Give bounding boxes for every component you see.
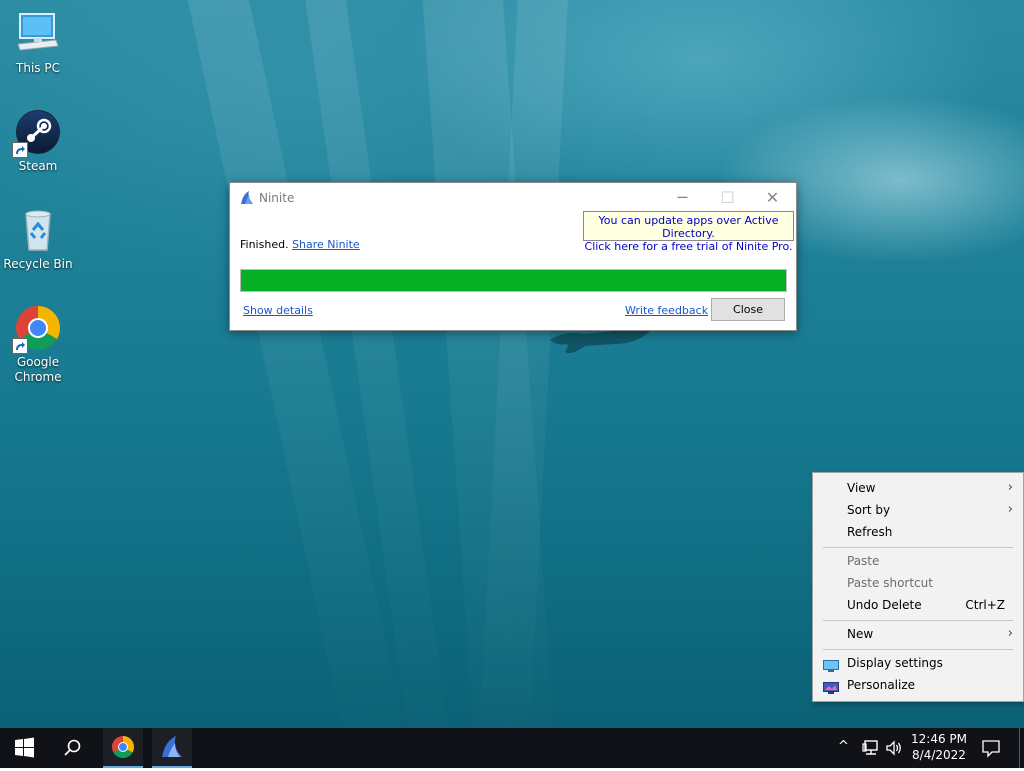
volume-icon[interactable] bbox=[884, 738, 904, 761]
ninite-title: Ninite bbox=[259, 191, 295, 205]
personalize-icon bbox=[823, 679, 839, 694]
desktop-icon-label: This PC bbox=[16, 61, 60, 75]
desktop-icon-steam[interactable]: Steam bbox=[1, 108, 75, 174]
desktop-icon-label: Google Chrome bbox=[14, 355, 62, 384]
search-icon bbox=[64, 739, 81, 756]
close-window-button[interactable]: ✕ bbox=[750, 183, 795, 213]
minimize-button[interactable]: ─ bbox=[660, 183, 705, 213]
desktop-icon-this-pc[interactable]: This PC bbox=[1, 10, 75, 76]
taskbar: ^ 12:46 PM 8/4/2022 bbox=[0, 728, 1024, 768]
steam-icon bbox=[12, 108, 62, 158]
ad-line-2: Click here for a free trial of Ninite Pr… bbox=[584, 240, 793, 253]
close-button[interactable]: Close bbox=[711, 298, 785, 321]
shortcut-label: Ctrl+Z bbox=[965, 598, 1005, 612]
desktop-icon-google-chrome[interactable]: Google Chrome bbox=[1, 304, 75, 385]
menu-item-paste-shortcut[interactable]: Paste shortcut bbox=[813, 572, 1023, 594]
ninite-titlebar[interactable]: Ninite ─ ☐ ✕ bbox=[230, 183, 796, 213]
ninite-pro-ad-banner[interactable]: You can update apps over Active Director… bbox=[583, 211, 794, 253]
install-progress-bar bbox=[240, 269, 787, 292]
menu-item-label: Paste shortcut bbox=[847, 576, 933, 590]
clock-time: 12:46 PM bbox=[911, 732, 967, 746]
tray-chevron-icon[interactable]: ^ bbox=[838, 739, 849, 754]
menu-item-label: View bbox=[847, 481, 876, 495]
menu-item-label: Sort by bbox=[847, 503, 891, 517]
menu-item-paste[interactable]: Paste bbox=[813, 550, 1023, 572]
status-text: Finished. bbox=[240, 238, 289, 251]
menu-item-label: Display settings bbox=[847, 656, 943, 670]
submenu-arrow-icon: › bbox=[1007, 626, 1013, 641]
menu-separator bbox=[823, 649, 1013, 650]
notifications-icon[interactable] bbox=[980, 738, 1002, 761]
clock-date: 8/4/2022 bbox=[912, 748, 966, 762]
network-icon[interactable] bbox=[861, 738, 881, 761]
desktop-context-menu: View › Sort by › Refresh Paste Paste sho… bbox=[812, 472, 1024, 702]
shortcut-arrow-icon bbox=[12, 142, 28, 158]
menu-item-sort-by[interactable]: Sort by › bbox=[813, 499, 1023, 521]
ninite-status: Finished. Share Ninite bbox=[240, 238, 360, 251]
show-details-link[interactable]: Show details bbox=[243, 304, 313, 317]
start-icon bbox=[15, 737, 34, 758]
menu-item-label: Refresh bbox=[847, 525, 893, 539]
menu-item-new[interactable]: New › bbox=[813, 623, 1023, 645]
ad-line-1: You can update apps over Active Director… bbox=[598, 214, 779, 240]
shortcut-arrow-icon bbox=[12, 338, 28, 354]
progress-fill bbox=[241, 270, 786, 291]
this-pc-icon bbox=[14, 10, 62, 58]
share-ninite-link[interactable]: Share Ninite bbox=[292, 238, 360, 251]
submenu-arrow-icon: › bbox=[1007, 502, 1013, 517]
menu-item-view[interactable]: View › bbox=[813, 477, 1023, 499]
chrome-icon bbox=[112, 736, 134, 758]
show-desktop-button[interactable] bbox=[1019, 728, 1020, 768]
taskbar-ninite-button[interactable] bbox=[152, 728, 192, 768]
desktop-icon-label: Recycle Bin bbox=[3, 257, 73, 271]
recycle-bin-icon bbox=[14, 206, 62, 254]
menu-item-display-settings[interactable]: Display settings bbox=[813, 652, 1023, 674]
ninite-window[interactable]: Ninite ─ ☐ ✕ You can update apps over Ac… bbox=[229, 182, 797, 331]
menu-item-label: New bbox=[847, 627, 874, 641]
menu-item-label: Personalize bbox=[847, 678, 916, 692]
menu-item-undo-delete[interactable]: Undo Delete Ctrl+Z bbox=[813, 594, 1023, 616]
start-button[interactable] bbox=[0, 728, 48, 768]
menu-item-label: Paste bbox=[847, 554, 880, 568]
taskbar-chrome-button[interactable] bbox=[103, 728, 143, 768]
menu-separator bbox=[823, 620, 1013, 621]
desktop-background[interactable]: This PC Steam Recycle Bin Google Chrome … bbox=[0, 0, 1024, 728]
menu-item-refresh[interactable]: Refresh bbox=[813, 521, 1023, 543]
ninite-icon bbox=[162, 736, 182, 757]
desktop-icon-label: Steam bbox=[18, 159, 58, 173]
menu-item-personalize[interactable]: Personalize bbox=[813, 674, 1023, 696]
menu-separator bbox=[823, 547, 1013, 548]
desktop-icon-recycle-bin[interactable]: Recycle Bin bbox=[1, 206, 75, 272]
write-feedback-link[interactable]: Write feedback bbox=[625, 304, 708, 317]
menu-item-label: Undo Delete bbox=[847, 598, 922, 612]
system-clock[interactable]: 12:46 PM 8/4/2022 bbox=[905, 731, 973, 763]
google-chrome-icon bbox=[12, 304, 62, 354]
maximize-button[interactable]: ☐ bbox=[705, 183, 750, 213]
search-button[interactable] bbox=[48, 728, 96, 768]
display-settings-icon bbox=[823, 657, 839, 672]
ninite-logo-icon bbox=[239, 190, 255, 209]
submenu-arrow-icon: › bbox=[1007, 480, 1013, 495]
